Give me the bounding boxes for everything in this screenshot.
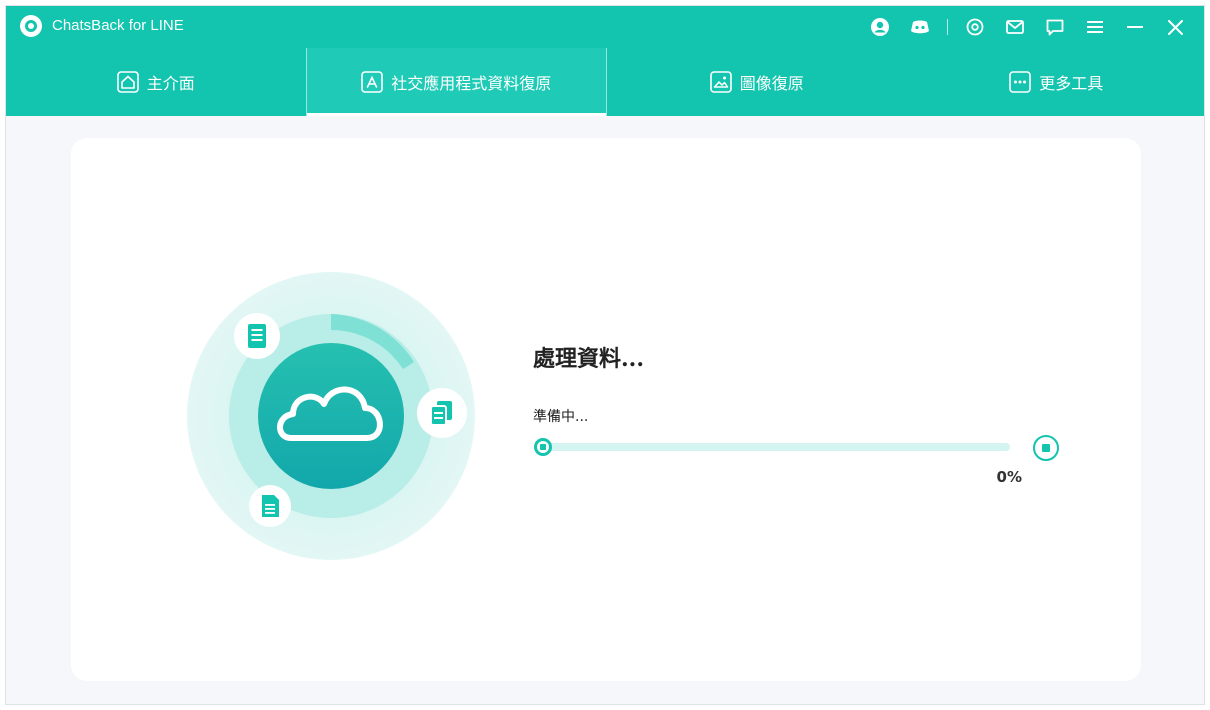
home-icon [116,71,139,93]
progress-start-marker [534,438,552,456]
processing-illustration [187,272,475,560]
stop-button[interactable] [1033,435,1059,461]
tab-more-tools-label: 更多工具 [1039,74,1104,93]
processing-title: 處理資料... [533,346,644,372]
discord-icon[interactable] [907,14,933,40]
account-icon[interactable] [867,14,893,40]
tab-social-app-recovery-label: 社交應用程式資料復原 [391,74,552,93]
copy-icon [417,388,467,438]
title-bar: ChatsBack for LINE [6,6,1204,48]
app-logo-icon [20,15,42,37]
file-icon [249,485,291,527]
feedback-icon[interactable] [1042,14,1068,40]
tab-home[interactable]: 主介面 [6,48,306,116]
tab-image-recovery-label: 圖像復原 [739,74,804,93]
app-title: ChatsBack for LINE [52,17,184,34]
tab-more-tools[interactable]: 更多工具 [907,48,1205,116]
processing-status: 準備中... [533,409,589,425]
mail-icon[interactable] [1002,14,1028,40]
title-bar-controls [853,14,1188,40]
processing-card: 處理資料... 準備中... 0% [71,138,1141,681]
menu-icon[interactable] [1082,14,1108,40]
tab-image-recovery[interactable]: 圖像復原 [607,48,907,116]
app-store-icon [361,71,384,93]
app-window: ChatsBack for LINE 主介面 社交應用程式資料復原 圖像復原 更… [5,5,1205,705]
more-icon [1009,71,1032,93]
progress-bar [544,443,1010,451]
core-circle [258,343,404,489]
close-icon[interactable] [1162,14,1188,40]
main-nav: 主介面 社交應用程式資料復原 圖像復原 更多工具 [6,48,1205,116]
tab-home-label: 主介面 [146,74,195,93]
image-icon [709,71,732,93]
settings-icon[interactable] [962,14,988,40]
title-bar-separator [947,19,948,35]
document-icon [234,313,280,359]
tab-social-app-recovery[interactable]: 社交應用程式資料復原 [305,48,607,116]
progress-percent: 0% [996,468,1022,486]
minimize-icon[interactable] [1122,14,1148,40]
